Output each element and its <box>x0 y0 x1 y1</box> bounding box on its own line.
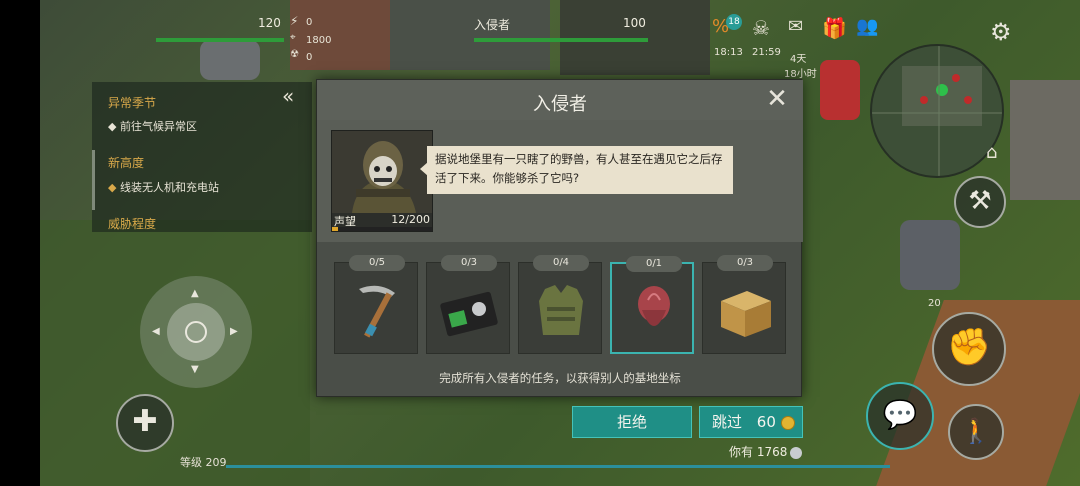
crouch-icon: 🚶 <box>961 417 991 445</box>
hammer-icon: ⚒ <box>968 186 992 216</box>
heal-button[interactable]: ✚ <box>116 394 174 452</box>
gift-icon[interactable]: 🎁 <box>822 16 847 40</box>
item-count: 0/5 <box>349 255 405 271</box>
gear-icon[interactable]: ⚙ <box>990 18 1012 46</box>
timer-two: 21:59 <box>752 47 781 58</box>
arrow-left-icon: ◀ <box>152 326 160 337</box>
dialog-title: 入侵者 <box>533 94 587 115</box>
chat-bubble-icon: 💬 <box>882 398 918 431</box>
friends-icon[interactable]: 👥 <box>856 16 878 37</box>
dialog-footer: 完成所有入侵者的任务，以获得别人的基地坐标 <box>439 371 681 385</box>
item-count: 0/4 <box>533 255 589 271</box>
experience-bar <box>226 465 890 468</box>
intruder-dialog: 入侵者 ✕ 声望 12/200 据说地堡里有一只瞎了的野兽，有人甚至在遇见它之后… <box>316 79 803 397</box>
quest-item-1-label: 前往气候异常区 <box>119 120 197 133</box>
task-item-armor[interactable]: 0/4 <box>518 255 602 354</box>
fist-icon: ✊ <box>946 327 992 368</box>
player-level: 等级 209 <box>180 456 227 469</box>
reputation-fill <box>332 227 338 231</box>
chat-button[interactable]: 💬 <box>866 382 934 450</box>
quest-item-1[interactable]: ◆ 前往气候异常区 <box>108 118 197 134</box>
minimap-view <box>872 46 1002 176</box>
timer-one: 18:13 <box>714 47 743 58</box>
bullet-icon: ◆ <box>108 120 120 133</box>
task-item-badge[interactable]: 0/3 <box>426 255 510 354</box>
enemy-name: 入侵者 <box>474 18 511 32</box>
mail-icon[interactable]: ✉ <box>788 16 803 37</box>
item-count: 0/1 <box>626 256 682 272</box>
quest-divider <box>92 150 95 210</box>
quest-heading-2[interactable]: 新高度 <box>108 154 144 171</box>
collapse-chevron-icon[interactable]: « <box>282 84 294 108</box>
craft-button[interactable]: ⚒ <box>954 176 1006 228</box>
stat-two: 1800 <box>306 35 332 46</box>
armor-vest-icon <box>539 285 583 335</box>
home-icon[interactable]: ⌂ <box>986 142 997 163</box>
joystick-center-icon <box>185 321 207 343</box>
health-value: 120 <box>258 16 281 30</box>
badge-count: 18 <box>726 14 742 30</box>
task-item-beast-head[interactable]: 0/1 <box>610 256 694 354</box>
ammo-count: 20 <box>928 298 941 309</box>
skip-button[interactable]: 跳过 60 <box>699 406 803 438</box>
quest-panel[interactable]: 异常季节 ◆ 前往气候异常区 新高度 ◆ 线装无人机和充电站 威胁程度 <box>92 82 312 232</box>
radiation-icon: ☢ <box>290 49 299 60</box>
masked-soldier-icon <box>332 131 432 213</box>
close-icon[interactable]: ✕ <box>763 86 791 114</box>
stat-three: 0 <box>306 52 313 63</box>
stat-one: 0 <box>306 17 313 28</box>
refuse-button[interactable]: 拒绝 <box>572 406 692 438</box>
task-item-box[interactable]: 0/3 <box>702 255 786 354</box>
silver-coin-icon <box>790 446 803 459</box>
arrow-right-icon: ▶ <box>230 326 238 337</box>
quest-heading-3[interactable]: 威胁程度 <box>108 215 156 232</box>
minimap[interactable] <box>870 44 1004 178</box>
quest-heading-1[interactable]: 异常季节 <box>108 94 156 111</box>
hours-left: 18小时 <box>784 69 817 80</box>
bolt-icon: ⚡ <box>290 14 299 28</box>
enemy-figure <box>820 60 860 120</box>
skip-label: 跳过 <box>712 413 743 431</box>
quest-item-2-label: 线装无人机和充电站 <box>119 181 219 194</box>
npc-speech: 据说地堡里有一只瞎了的野兽，有人甚至在遇见它之后存活了下来。你能够杀了它吗? <box>427 146 733 194</box>
pickaxe-icon <box>359 285 395 338</box>
screen-edge <box>0 0 40 486</box>
npc-portrait: 声望 12/200 <box>331 130 433 232</box>
days-left: 4天 <box>790 54 807 65</box>
reputation-bar <box>332 227 432 231</box>
stone-floor <box>1010 80 1080 200</box>
wolf-creature <box>200 40 260 80</box>
reputation-value: 12/200 <box>391 213 430 226</box>
road-area <box>390 0 550 70</box>
have-label: 你有 <box>729 445 754 459</box>
bullet-icon: ◆ <box>108 181 120 194</box>
quest-item-2[interactable]: ◆ 线装无人机和充电站 <box>108 179 219 195</box>
currency-balance: 你有 1768 <box>729 443 803 460</box>
cardboard-box-icon <box>721 291 771 337</box>
skull-icon[interactable]: ☠ <box>752 16 770 40</box>
beast-head-icon <box>638 286 670 326</box>
item-count: 0/3 <box>441 255 497 271</box>
enemy-health-bar <box>474 38 648 42</box>
health-bar <box>156 38 284 42</box>
wolf-creature <box>900 220 960 290</box>
item-count: 0/3 <box>717 255 773 271</box>
have-value: 1768 <box>756 445 788 459</box>
sneak-button[interactable]: 🚶 <box>948 404 1004 460</box>
arrow-down-icon: ▼ <box>191 364 199 375</box>
enemy-health-value: 100 <box>623 16 646 30</box>
attack-button[interactable]: ✊ <box>932 312 1006 386</box>
coin-icon <box>780 415 795 430</box>
pressure-icon: ⌖ <box>290 32 296 43</box>
task-item-pickaxe[interactable]: 0/5 <box>334 255 418 354</box>
skip-cost: 60 <box>756 413 776 431</box>
arrow-up-icon: ▲ <box>191 288 199 299</box>
plus-icon: ✚ <box>132 404 158 439</box>
police-badge-icon <box>440 291 498 337</box>
